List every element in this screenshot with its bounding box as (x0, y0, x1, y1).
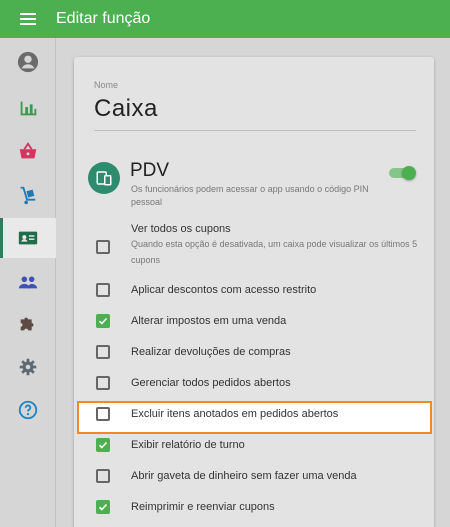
permission-row[interactable]: Ver todos os cupons Quando esta opção é d… (94, 222, 417, 265)
permission-row[interactable]: Reimprimir e reenviar cupons (94, 500, 416, 527)
check-icon (98, 441, 108, 449)
permission-row[interactable]: Realizar devoluções de compras (94, 345, 416, 373)
sidebar-item-help[interactable] (0, 390, 56, 430)
permission-checkbox[interactable] (96, 500, 110, 514)
permission-row[interactable]: Exibir relatório de turno (94, 438, 416, 466)
page-title: Editar função (56, 10, 151, 27)
permission-row[interactable]: Excluir itens anotados em pedidos aberto… (94, 407, 416, 435)
permission-label: Exibir relatório de turno (131, 439, 245, 451)
pdv-description: Os funcionários podem acessar o app usan… (131, 184, 369, 207)
toggle-thumb (402, 166, 416, 180)
permission-checkbox[interactable] (96, 438, 110, 452)
bar-chart-icon (20, 101, 37, 116)
permission-label: Reimprimir e reenviar cupons (131, 501, 275, 513)
sidebar-item-employees[interactable] (0, 218, 56, 258)
permission-label: Alterar impostos em uma venda (131, 315, 287, 327)
hand-truck-icon (20, 186, 36, 205)
sidebar-item-account[interactable] (0, 42, 56, 82)
sidebar-item-integrations[interactable] (0, 304, 56, 344)
gear-icon (19, 358, 37, 376)
permission-checkbox[interactable] (96, 283, 110, 297)
menu-button[interactable] (0, 0, 56, 38)
devices-icon (96, 171, 112, 186)
people-icon (18, 276, 38, 289)
permission-checkbox[interactable] (96, 407, 110, 421)
permission-row[interactable]: Alterar impostos em uma venda (94, 314, 416, 342)
sidebar-item-customers[interactable] (0, 262, 56, 302)
help-icon (18, 400, 38, 420)
permission-row[interactable]: Gerenciar todos pedidos abertos (94, 376, 416, 404)
name-field-label: Nome (94, 80, 119, 90)
permission-label: Abrir gaveta de dinheiro sem fazer uma v… (131, 470, 357, 482)
sidebar-item-sales[interactable] (0, 132, 56, 172)
check-icon (98, 317, 108, 325)
permission-label: Ver todos os cupons (131, 223, 231, 235)
permission-row[interactable]: Aplicar descontos com acesso restrito (94, 283, 416, 311)
permission-label: Realizar devoluções de compras (131, 346, 291, 358)
permission-checkbox[interactable] (96, 345, 110, 359)
permission-row[interactable]: Abrir gaveta de dinheiro sem fazer uma v… (94, 469, 416, 497)
sidebar-item-inventory[interactable] (0, 176, 56, 216)
name-field[interactable]: Caixa (94, 95, 158, 123)
check-icon (98, 503, 108, 511)
menu-icon (20, 13, 36, 25)
permission-label: Excluir itens anotados em pedidos aberto… (131, 408, 339, 420)
permission-checkbox[interactable] (96, 469, 110, 483)
permission-description: Quando esta opção é desativada, um caixa… (131, 239, 418, 265)
sidebar-item-reports[interactable] (0, 88, 56, 128)
account-icon (17, 51, 39, 73)
permission-label: Gerenciar todos pedidos abertos (131, 377, 291, 389)
permission-checkbox[interactable] (96, 240, 110, 254)
basket-icon (19, 142, 37, 159)
pdv-toggle[interactable] (389, 166, 416, 180)
puzzle-icon (20, 317, 34, 331)
permission-checkbox[interactable] (96, 376, 110, 390)
permission-label: Aplicar descontos com acesso restrito (131, 284, 317, 296)
permission-checkbox[interactable] (96, 314, 110, 328)
id-card-icon (18, 231, 38, 245)
pdv-title: PDV (130, 160, 170, 181)
sidebar-item-settings[interactable] (0, 347, 56, 387)
app-bar: Editar função (0, 0, 450, 38)
sidebar (0, 38, 56, 527)
name-field-underline (94, 130, 416, 131)
pdv-icon (88, 162, 120, 194)
